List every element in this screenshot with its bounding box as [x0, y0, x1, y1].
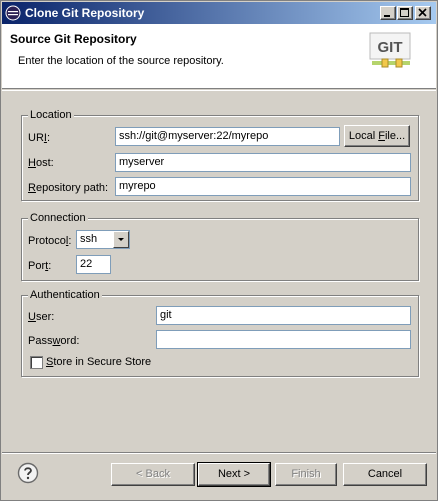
store-in-secure-store-checkbox[interactable] [30, 356, 43, 369]
window-title: Clone Git Repository [25, 6, 145, 20]
host-input[interactable]: myserver [115, 153, 411, 172]
repository-path-input[interactable]: myrepo [115, 177, 411, 196]
clone-git-repository-dialog: Clone Git Repository Source Git Reposito… [0, 0, 438, 501]
authentication-legend: Authentication [28, 289, 102, 301]
page-description: Enter the location of the source reposit… [18, 55, 224, 67]
host-label: Host: [28, 157, 54, 169]
port-label: Port: [28, 260, 52, 272]
finish-button[interactable]: Finish [275, 463, 337, 486]
protocol-label: Protocol: [28, 235, 72, 247]
dropdown-button[interactable] [113, 231, 129, 248]
location-legend: Location [28, 109, 74, 121]
back-button[interactable]: < Back [111, 463, 195, 486]
git-logo-text: GIT [378, 39, 403, 56]
protocol-select[interactable]: ssh [76, 230, 130, 249]
local-file-button[interactable]: Local File... [344, 125, 410, 147]
help-icon[interactable] [17, 462, 39, 484]
connection-legend: Connection [28, 212, 88, 224]
password-input[interactable] [156, 330, 411, 349]
footer-separator [2, 452, 436, 454]
user-label: User: [28, 311, 55, 323]
uri-label: URI: [28, 132, 51, 144]
close-button[interactable] [415, 6, 431, 20]
store-in-secure-store-label[interactable]: Store in Secure Store [46, 356, 151, 368]
uri-input[interactable]: ssh://git@myserver:22/myrepo [115, 127, 340, 146]
maximize-button[interactable] [397, 6, 413, 20]
title-bar[interactable]: Clone Git Repository [2, 2, 436, 24]
header-separator [2, 90, 436, 91]
close-icon [418, 8, 427, 17]
next-button[interactable]: Next > [197, 462, 271, 487]
git-logo: GIT [369, 32, 411, 68]
minimize-button[interactable] [380, 6, 396, 20]
repository-path-label: Repository path: [28, 182, 109, 194]
protocol-selected-value: ssh [80, 233, 98, 245]
wizard-header: Source Git Repository Enter the location… [2, 24, 436, 89]
minimize-icon [384, 15, 390, 17]
chevron-down-icon [118, 238, 124, 241]
cancel-button[interactable]: Cancel [343, 463, 427, 486]
eclipse-icon [5, 5, 21, 21]
port-input[interactable]: 22 [76, 255, 111, 274]
maximize-icon [400, 8, 409, 17]
page-title: Source Git Repository [10, 32, 137, 46]
user-input[interactable]: git [156, 306, 411, 325]
password-label: Password: [28, 335, 80, 347]
